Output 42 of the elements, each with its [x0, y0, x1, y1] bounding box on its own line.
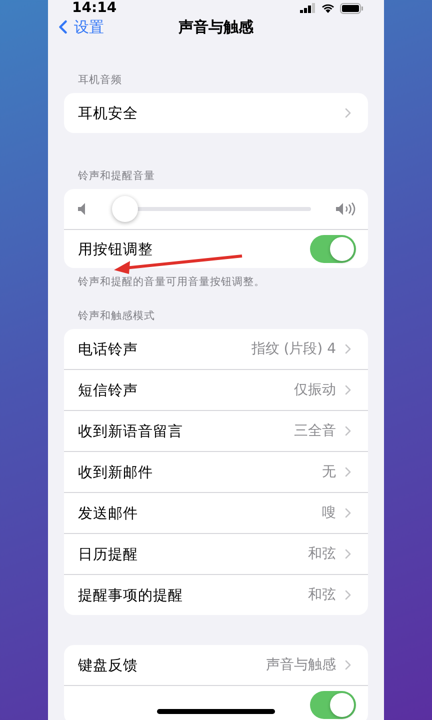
row-label: 收到新语音留言 — [78, 422, 184, 440]
row-value: 嗖 — [322, 504, 336, 522]
toggle-switch[interactable] — [310, 691, 356, 719]
settings-row[interactable]: 日历提醒 和弦 — [64, 533, 368, 574]
settings-row[interactable]: 电话铃声 指纹 (片段) 4 — [64, 329, 368, 369]
row-value: 无 — [322, 463, 336, 481]
row-label: 发送邮件 — [78, 504, 139, 522]
row-value: 和弦 — [308, 586, 336, 604]
row-label: 键盘反馈 — [78, 656, 139, 674]
row-label: 电话铃声 — [78, 340, 139, 358]
row-value: 指纹 (片段) 4 — [251, 340, 336, 358]
settings-row[interactable]: 提醒事项的提醒 和弦 — [64, 574, 368, 615]
row-label: 提醒事项的提醒 — [78, 586, 184, 604]
section-footer: 铃声和提醒的音量可用音量按钮调整。 — [48, 268, 384, 289]
row-value: 三全音 — [294, 422, 336, 440]
settings-row[interactable]: 发送邮件 嗖 — [64, 492, 368, 533]
row-label: 短信铃声 — [78, 382, 139, 400]
section-header: 铃声和提醒音量 — [77, 169, 156, 184]
wifi-icon — [321, 3, 335, 13]
status-time: 14:14 — [72, 0, 117, 16]
battery-icon — [340, 2, 364, 14]
settings-row[interactable]: 键盘反馈 声音与触感 — [64, 645, 368, 685]
signal-icon — [300, 3, 316, 13]
slider-thumb[interactable] — [112, 196, 138, 222]
row-value: 声音与触感 — [266, 656, 336, 674]
page-title: 声音与触感 — [178, 18, 254, 36]
speaker-low-icon — [78, 203, 88, 215]
row-value: 和弦 — [308, 545, 336, 563]
row-value: 仅振动 — [294, 381, 336, 399]
settings-row[interactable]: 耳机安全 — [64, 93, 368, 133]
settings-row[interactable]: 收到新邮件 无 — [64, 451, 368, 492]
settings-row[interactable]: 短信铃声 仅振动 — [64, 369, 368, 410]
back-button[interactable]: 设置 — [48, 16, 104, 38]
section-header: 铃声和触感模式 — [77, 309, 156, 324]
toggle-switch[interactable] — [310, 235, 356, 263]
row-label: 耳机安全 — [78, 104, 139, 122]
section-header: 耳机音频 — [77, 73, 123, 88]
row-label: 收到新邮件 — [78, 464, 154, 482]
row-label: 日历提醒 — [78, 546, 139, 564]
speaker-high-icon — [336, 202, 356, 216]
row-label: 用按钮调整 — [78, 240, 154, 258]
settings-row[interactable]: 收到新语音留言 三全音 — [64, 410, 368, 451]
